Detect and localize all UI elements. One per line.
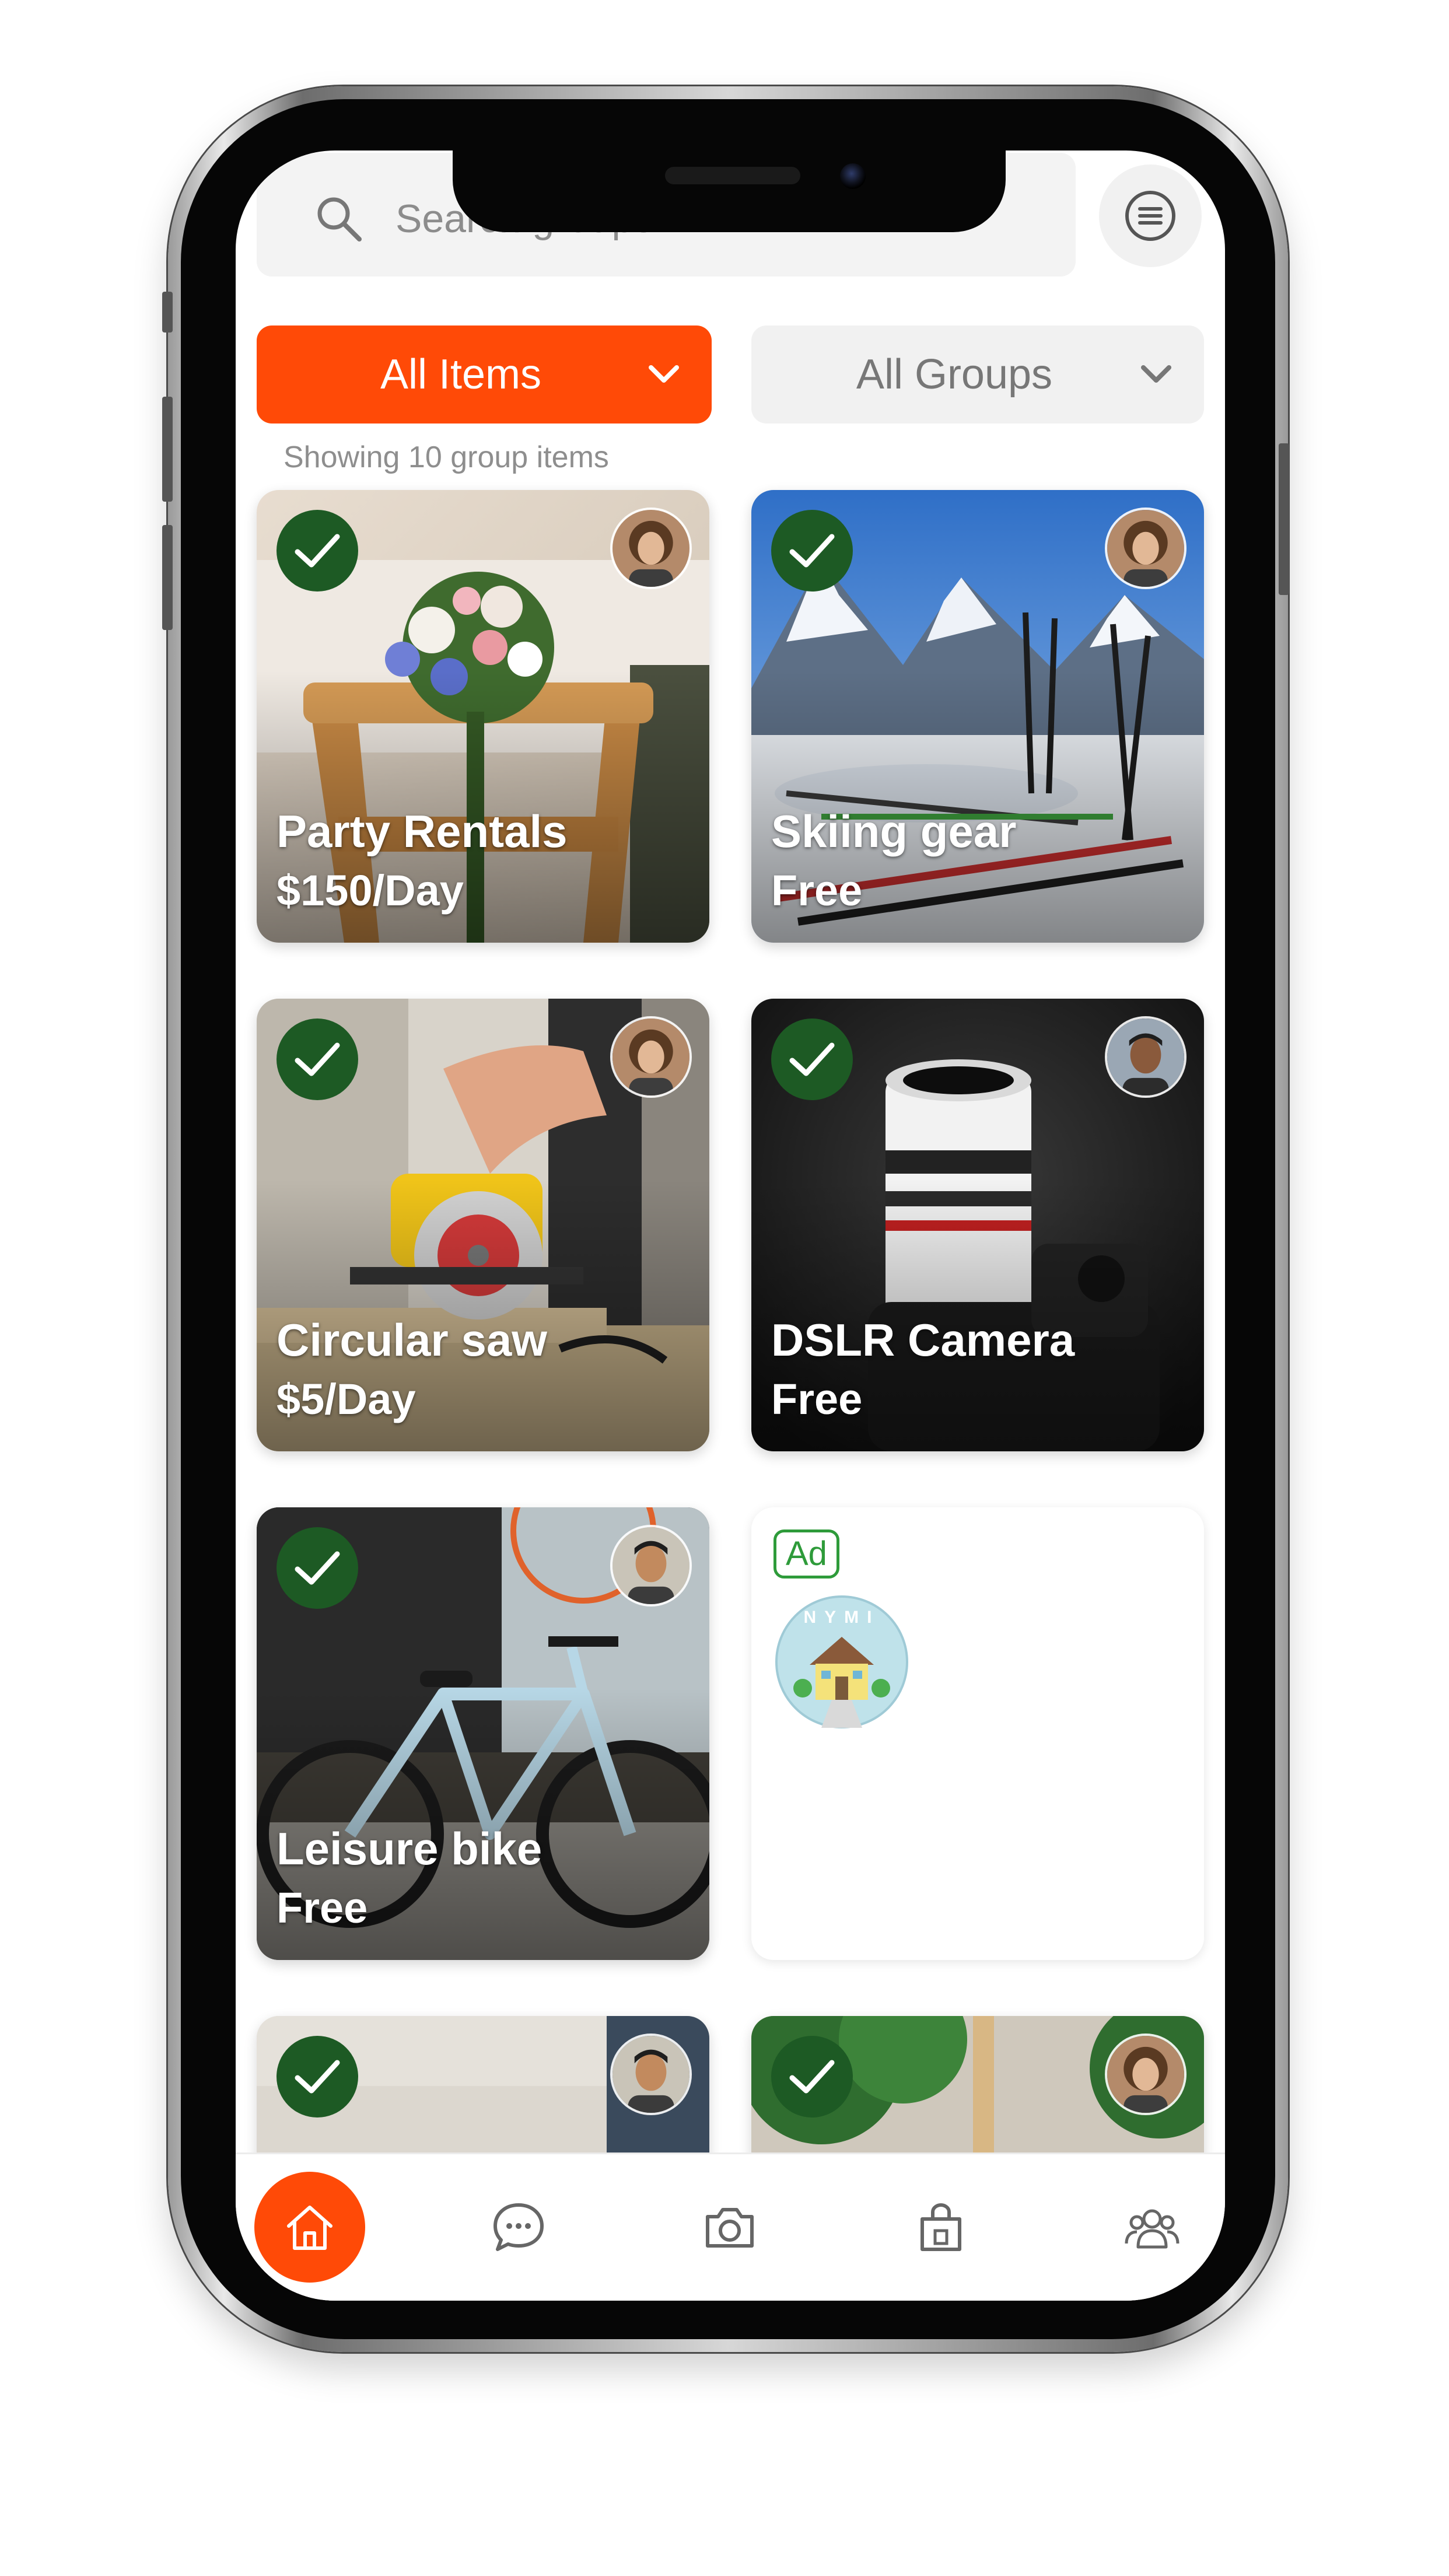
phone-side-button [162,292,173,332]
bottom-navigation [236,2152,1225,2301]
item-title: Leisure bike [276,1823,542,1874]
all-groups-dropdown[interactable]: All Groups [751,326,1204,424]
people-icon [1125,2209,1180,2249]
item-card-leisure-bike[interactable]: Leisure bike Free [257,1507,709,1960]
man-avatar-icon [612,1527,690,1604]
phone-side-button [162,525,173,630]
selected-check-badge[interactable] [771,1019,853,1100]
checkmark-icon [295,1551,340,1585]
nymi-logo-text: NYMI [804,1608,880,1627]
chevron-down-icon [1141,365,1171,383]
nav-groups[interactable] [1097,2172,1208,2283]
menu-icon [1125,191,1175,241]
woman-avatar-icon [612,1019,690,1096]
item-title: Skiing gear [771,806,1017,857]
item-card-circular-saw[interactable]: Circular saw $5/Day [257,999,709,1451]
checkmark-icon [295,2060,340,2094]
ad-badge: Ad [774,1530,839,1578]
app-screen: All Items All Groups Showing 10 group it… [236,150,1225,2301]
owner-avatar[interactable] [610,1016,692,1098]
item-price: $5/Day [276,1375,416,1423]
results-summary: Showing 10 group items [284,440,609,474]
item-price: Free [771,1375,863,1423]
item-price: Free [771,866,863,915]
owner-avatar[interactable] [610,1525,692,1606]
owner-avatar[interactable] [610,508,692,589]
selected-check-badge[interactable] [771,2036,853,2118]
checkmark-icon [789,1042,835,1076]
all-groups-label: All Groups [856,351,1053,398]
selected-check-badge[interactable] [771,510,853,592]
checkmark-icon [295,1042,340,1076]
nav-camera[interactable] [674,2172,785,2283]
man-avatar-icon [612,2036,690,2113]
nav-shop[interactable] [886,2172,996,2283]
item-title: DSLR Camera [771,1314,1075,1366]
item-price: $150/Day [276,866,464,915]
menu-button[interactable] [1099,164,1202,267]
camera-icon [706,2208,754,2248]
shopping-bag-icon [921,2203,961,2251]
chat-icon [494,2203,544,2251]
man-avatar-icon [1107,1019,1184,1096]
woman-avatar-icon [1107,510,1184,587]
checkmark-icon [789,2060,835,2094]
owner-avatar[interactable] [1105,1016,1186,1098]
checkmark-icon [295,534,340,568]
woman-avatar-icon [1107,2036,1184,2113]
nymi-logo-icon: NYMI [775,1595,908,1728]
search-icon [317,197,362,242]
selected-check-badge[interactable] [276,2036,358,2118]
item-title: Party Rentals [276,806,568,857]
nav-home[interactable] [254,2172,365,2283]
owner-avatar[interactable] [1105,2034,1186,2115]
woman-avatar-icon [612,510,690,587]
phone-side-button [162,397,173,502]
all-items-label: All Items [380,351,542,398]
all-items-dropdown[interactable]: All Items [257,326,712,424]
phone-side-button [1279,443,1289,595]
item-card-skiing-gear[interactable]: Skiing gear Free [751,490,1204,943]
checkmark-icon [789,534,835,568]
phone-notch [453,150,1006,232]
phone-speaker [665,167,800,184]
item-card-party-rentals[interactable]: Party Rentals $150/Day [257,490,709,943]
nav-messages[interactable] [463,2172,574,2283]
selected-check-badge[interactable] [276,1019,358,1100]
selected-check-badge[interactable] [276,510,358,592]
owner-avatar[interactable] [1105,508,1186,589]
home-icon [287,2206,332,2250]
item-card-dslr-camera[interactable]: DSLR Camera Free [751,999,1204,1451]
front-camera [840,163,866,189]
item-price: Free [276,1884,368,1932]
ad-card[interactable]: Ad NYMI [751,1507,1204,1960]
chevron-down-icon [649,365,679,383]
owner-avatar[interactable] [610,2034,692,2115]
item-title: Circular saw [276,1314,547,1366]
selected-check-badge[interactable] [276,1527,358,1609]
